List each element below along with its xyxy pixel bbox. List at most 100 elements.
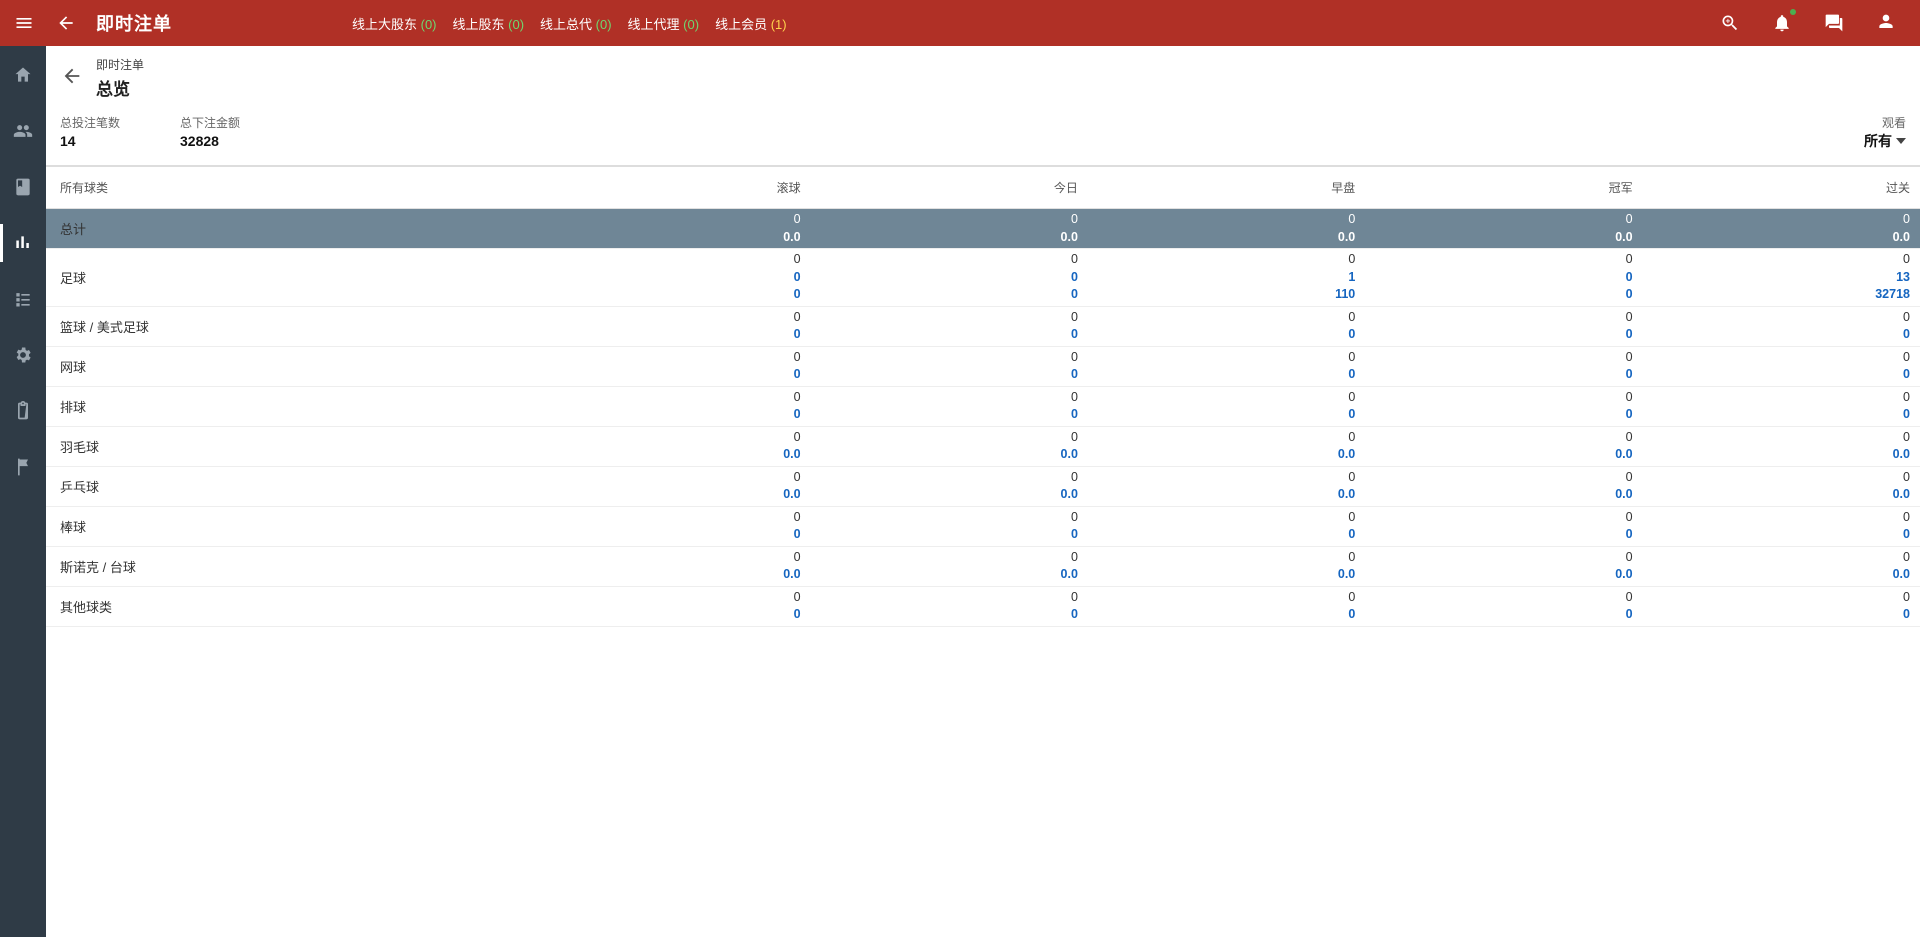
data-cell: 00.0 [1643,426,1920,466]
data-cell: 00 [533,346,810,386]
data-cell: 00 [1088,346,1365,386]
table-row[interactable]: 篮球 / 美式足球0000000000 [46,306,1920,346]
row-label[interactable]: 篮球 / 美式足球 [46,306,533,346]
data-cell: 00.0 [811,466,1088,506]
data-cell: 01332718 [1643,249,1920,307]
row-label[interactable]: 足球 [46,249,533,307]
data-cell: 00.0 [533,546,810,586]
group-icon[interactable] [0,116,46,146]
view-filter-value: 所有 [1864,131,1892,151]
column-header: 早盘 [1088,167,1365,209]
gear-icon[interactable] [0,340,46,370]
data-cell: 00.0 [1365,209,1642,249]
topbar: 即时注单 线上大股东 (0)线上股东 (0)线上总代 (0)线上代理 (0)线上… [0,0,1920,46]
page-back-icon[interactable] [60,64,84,88]
clipboard-icon[interactable] [0,396,46,426]
row-label[interactable]: 斯诺克 / 台球 [46,546,533,586]
row-label[interactable]: 总计 [46,209,533,249]
row-label[interactable]: 羽毛球 [46,426,533,466]
data-cell: 00 [1365,386,1642,426]
data-cell: 00.0 [1643,546,1920,586]
data-cell: 00 [1088,586,1365,626]
data-cell: 00.0 [1088,466,1365,506]
view-filter-label: 观看 [1864,114,1906,131]
data-cell: 00 [811,306,1088,346]
flag-icon[interactable] [0,452,46,482]
data-cell: 00.0 [1365,466,1642,506]
column-header: 今日 [811,167,1088,209]
total-bets-label: 总投注笔数 [60,114,120,131]
chart-icon[interactable] [0,228,46,258]
search-zoom-icon[interactable] [1718,11,1742,35]
column-header: 滚球 [533,167,810,209]
back-arrow-icon[interactable] [54,11,78,35]
table-row[interactable]: 其他球类0000000000 [46,586,1920,626]
overview-table: 所有球类滚球今日早盘冠军过关 总计00.000.000.000.000.0足球0… [46,167,1920,627]
data-cell: 00 [811,386,1088,426]
data-cell: 00 [1643,306,1920,346]
main-content: 即时注单 总览 总投注笔数 14 总下注金额 32828 观看 所有 [46,46,1920,937]
table-row[interactable]: 斯诺克 / 台球00.000.000.000.000.0 [46,546,1920,586]
data-cell: 00 [1365,346,1642,386]
data-cell: 00.0 [533,209,810,249]
data-cell: 00 [533,306,810,346]
column-header: 所有球类 [46,167,533,209]
row-label[interactable]: 乒乓球 [46,466,533,506]
bell-icon[interactable] [1770,11,1794,35]
table-header-row: 所有球类滚球今日早盘冠军过关 [46,167,1920,209]
data-cell: 00 [533,386,810,426]
data-cell: 00 [1643,586,1920,626]
data-cell: 00.0 [1088,209,1365,249]
column-header: 过关 [1643,167,1920,209]
summary-bar: 总投注笔数 14 总下注金额 32828 观看 所有 [46,106,1920,167]
data-cell: 00 [1643,506,1920,546]
row-label[interactable]: 网球 [46,346,533,386]
chevron-down-icon [1896,138,1906,144]
menu-icon[interactable] [12,11,36,35]
home-icon[interactable] [0,60,46,90]
data-cell: 00 [1365,506,1642,546]
page-title: 总览 [96,75,144,100]
online-status-item: 线上大股东 (0) [352,14,437,33]
row-label[interactable]: 棒球 [46,506,533,546]
table-row-total[interactable]: 总计00.000.000.000.000.0 [46,209,1920,249]
data-cell: 00 [811,506,1088,546]
row-label[interactable]: 其他球类 [46,586,533,626]
table-row[interactable]: 足球0000000111000001332718 [46,249,1920,307]
data-cell: 00.0 [811,426,1088,466]
list-icon[interactable] [0,284,46,314]
data-cell: 00.0 [1643,209,1920,249]
data-cell: 00.0 [1365,426,1642,466]
data-cell: 00 [811,586,1088,626]
view-filter[interactable]: 观看 所有 [1864,114,1906,151]
data-cell: 00.0 [811,209,1088,249]
data-cell: 00.0 [533,426,810,466]
data-cell: 00.0 [1365,546,1642,586]
data-cell: 00 [533,586,810,626]
total-stake-value: 32828 [180,133,240,149]
data-cell: 00.0 [1088,426,1365,466]
data-cell: 00 [811,346,1088,386]
data-cell: 00.0 [533,466,810,506]
chat-icon[interactable] [1822,11,1846,35]
data-cell: 00 [1643,346,1920,386]
table-row[interactable]: 棒球0000000000 [46,506,1920,546]
data-cell: 00 [1088,386,1365,426]
data-cell: 00 [533,506,810,546]
online-status-item: 线上会员 (1) [715,14,787,33]
table-row[interactable]: 排球0000000000 [46,386,1920,426]
data-cell: 01110 [1088,249,1365,307]
row-label[interactable]: 排球 [46,386,533,426]
table-row[interactable]: 羽毛球00.000.000.000.000.0 [46,426,1920,466]
sidebar [0,46,46,937]
table-row[interactable]: 网球0000000000 [46,346,1920,386]
data-cell: 00 [1088,506,1365,546]
data-cell: 000 [811,249,1088,307]
column-header: 冠军 [1365,167,1642,209]
data-cell: 00.0 [1088,546,1365,586]
table-row[interactable]: 乒乓球00.000.000.000.000.0 [46,466,1920,506]
user-icon[interactable] [1874,11,1898,35]
book-icon[interactable] [0,172,46,202]
total-bets-value: 14 [60,133,120,149]
data-cell: 00 [1365,306,1642,346]
